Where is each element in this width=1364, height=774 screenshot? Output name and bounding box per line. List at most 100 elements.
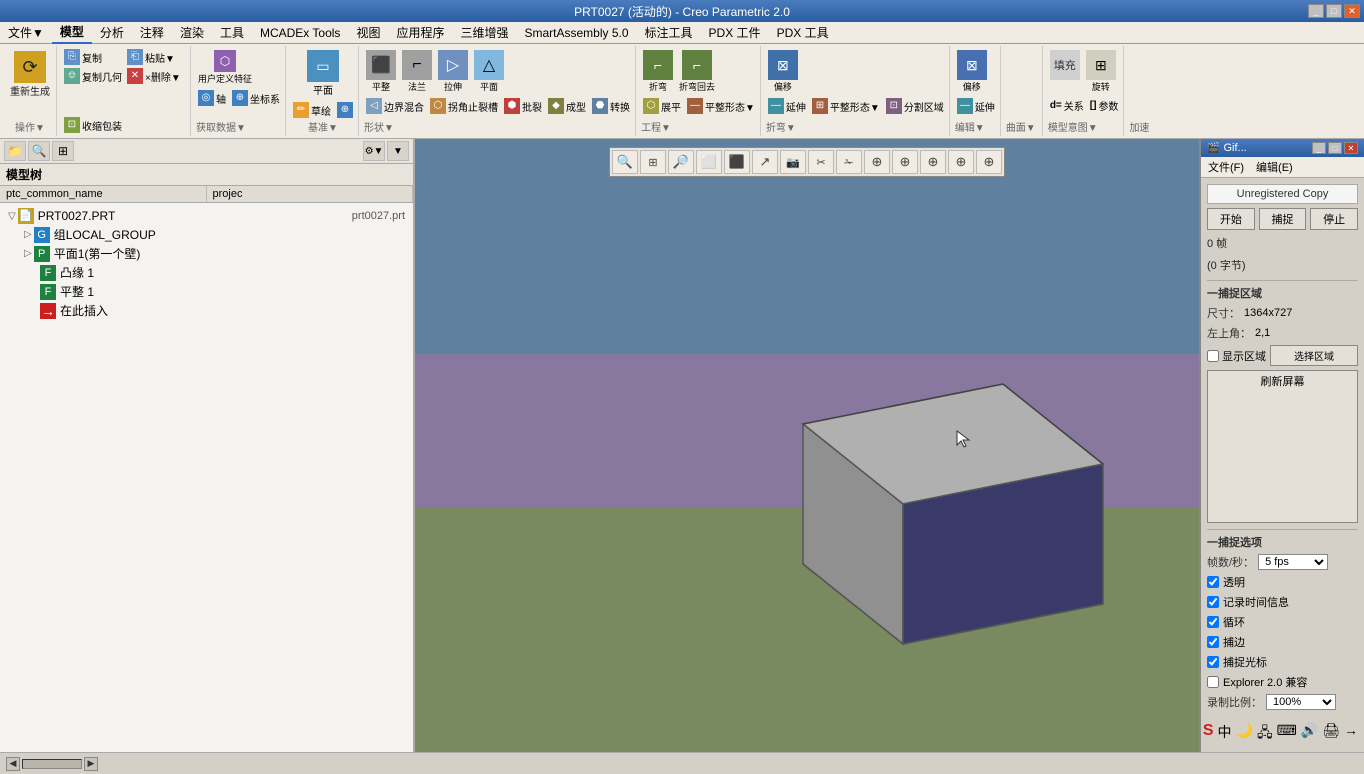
gif-capture-btn[interactable]: 捕捉: [1259, 208, 1307, 230]
gif-refresh-btn[interactable]: 刷新屏幕: [1207, 370, 1358, 523]
gif-display-region-checkbox[interactable]: [1207, 350, 1219, 362]
vp-btn-plus4[interactable]: ⊕: [948, 150, 974, 174]
gif-cursor-checkbox[interactable]: [1207, 656, 1219, 668]
menu-tools[interactable]: 工具: [212, 22, 252, 43]
menu-3d-enhance[interactable]: 三维增强: [452, 22, 516, 43]
vp-btn-orient[interactable]: ↗: [752, 150, 778, 174]
tree-icon-search[interactable]: 🔍: [28, 141, 50, 161]
gif-minimize-btn[interactable]: _: [1312, 142, 1326, 154]
btn-offset2[interactable]: ⊠ 偏移: [955, 48, 989, 95]
gif-loop-checkbox[interactable]: [1207, 616, 1219, 628]
vp-btn-plus3[interactable]: ⊕: [920, 150, 946, 174]
tree-item-feature1[interactable]: F 凸缘 1: [4, 263, 409, 282]
btn-corner-notch[interactable]: ⬡拐角止裂槽: [428, 97, 500, 115]
gif-close-btn[interactable]: ✕: [1344, 142, 1358, 154]
btn-convert[interactable]: ⬣转换: [590, 97, 632, 115]
btn-plane[interactable]: ▭ 平面: [305, 48, 341, 99]
btn-form[interactable]: ◆成型: [546, 97, 588, 115]
tree-item-feature2[interactable]: F 平整 1: [4, 282, 409, 301]
scroll-track[interactable]: [22, 759, 82, 769]
vp-btn-frame1[interactable]: ⬜: [696, 150, 722, 174]
gif-maximize-btn[interactable]: □: [1328, 142, 1342, 154]
btn-split-region[interactable]: ⊡分割区域: [884, 97, 946, 115]
gif-menu-edit[interactable]: 编辑(E): [1250, 158, 1299, 176]
btn-crack[interactable]: ⬢批裂: [502, 97, 544, 115]
btn-user-feature[interactable]: ⬡ 用户定义特征: [196, 48, 254, 87]
btn-extend[interactable]: —延伸: [766, 97, 808, 115]
btn-bend[interactable]: ⌐ 折弯: [641, 48, 675, 95]
vp-btn-zoom-fit[interactable]: ⊞: [640, 150, 666, 174]
vp-btn-plus1[interactable]: ⊕: [864, 150, 890, 174]
scroll-left-btn[interactable]: ◀: [6, 757, 20, 771]
btn-copy-geom[interactable]: ⎊复制几何: [62, 67, 124, 85]
gif-recordtime-checkbox[interactable]: [1207, 596, 1219, 608]
menu-annotation-tools[interactable]: 标注工具: [637, 22, 701, 43]
vp-btn-zoom-out[interactable]: 🔎: [668, 150, 694, 174]
gif-display-region-check[interactable]: 显示区域: [1207, 348, 1266, 364]
tree-item-insert[interactable]: → 在此插入: [4, 301, 409, 320]
gif-border-checkbox[interactable]: [1207, 636, 1219, 648]
gif-scale-select[interactable]: 100% 75% 50% 25%: [1266, 694, 1336, 710]
gif-select-region-btn[interactable]: 选择区域: [1270, 345, 1358, 366]
menu-view[interactable]: 视图: [348, 22, 388, 43]
menu-file[interactable]: 文件▼: [0, 22, 52, 43]
tree-icon-filter[interactable]: ⊞: [52, 141, 74, 161]
gif-menu-file[interactable]: 文件(F): [1202, 158, 1250, 176]
btn-delete[interactable]: ✕×删除▼: [125, 67, 187, 85]
btn-surface[interactable]: △ 平面: [472, 48, 506, 95]
menu-analysis[interactable]: 分析: [92, 22, 132, 43]
vp-btn-frame2[interactable]: ⬛: [724, 150, 750, 174]
menu-smartassembly[interactable]: SmartAssembly 5.0: [516, 24, 636, 42]
vp-btn-cut2[interactable]: ✁: [836, 150, 862, 174]
menu-pdx-part[interactable]: PDX 工件: [701, 22, 769, 43]
btn-flat-state2[interactable]: ⊞平整形态▼: [810, 97, 882, 115]
vp-btn-zoom-in[interactable]: 🔍: [612, 150, 638, 174]
tree-item-plane[interactable]: ▷ P 平面1(第一个壁): [4, 244, 409, 263]
maximize-button[interactable]: □: [1326, 4, 1342, 18]
tree-filter-btn[interactable]: ▼: [387, 141, 409, 161]
scroll-right-btn[interactable]: ▶: [84, 757, 98, 771]
menu-pdx-tools[interactable]: PDX 工具: [769, 22, 837, 43]
tree-settings-btn[interactable]: ⚙▼: [363, 141, 385, 161]
btn-regenerate[interactable]: ⟳ 重新生成: [7, 48, 53, 101]
menu-render[interactable]: 渲染: [172, 22, 212, 43]
gif-stop-btn[interactable]: 停止: [1310, 208, 1358, 230]
close-button[interactable]: ✕: [1344, 4, 1360, 18]
gif-transparent-checkbox[interactable]: [1207, 576, 1219, 588]
btn-relation[interactable]: d=关系: [1048, 97, 1086, 114]
vp-btn-plus2[interactable]: ⊕: [892, 150, 918, 174]
menu-mcadex[interactable]: MCADEx Tools: [252, 24, 348, 42]
menu-model[interactable]: 模型: [52, 21, 92, 44]
gif-fps-select[interactable]: 5 fps 10 fps 15 fps 20 fps 30 fps: [1258, 554, 1328, 570]
btn-table[interactable]: ⊞ 旋转: [1084, 48, 1118, 95]
gif-explorer-checkbox[interactable]: [1207, 676, 1219, 688]
btn-copy[interactable]: ⎘复制: [62, 48, 124, 66]
btn-unbend[interactable]: ⌐ 折弯回去: [677, 48, 717, 95]
menu-annotation[interactable]: 注释: [132, 22, 172, 43]
minimize-button[interactable]: _: [1308, 4, 1324, 18]
btn-coord2[interactable]: ⊕: [335, 101, 355, 119]
vp-btn-camera[interactable]: 📷: [780, 150, 806, 174]
btn-extrude[interactable]: ▷ 拉伸: [436, 48, 470, 95]
gif-start-btn[interactable]: 开始: [1207, 208, 1255, 230]
menu-apps[interactable]: 应用程序: [388, 22, 452, 43]
vp-btn-cut1[interactable]: ✂: [808, 150, 834, 174]
btn-offset[interactable]: ⊠ 偏移: [766, 48, 800, 95]
btn-blend[interactable]: ◁边界混合: [364, 97, 426, 115]
btn-param[interactable]: []参数: [1088, 97, 1121, 114]
btn-flatten[interactable]: ⬛ 平整: [364, 48, 398, 95]
btn-flat-state[interactable]: —平整形态▼: [685, 97, 757, 115]
vp-btn-plus5[interactable]: ⊕: [976, 150, 1002, 174]
btn-fill[interactable]: 填充: [1048, 48, 1082, 95]
tree-item-root[interactable]: ▽ 📄 PRT0027.PRT prt0027.prt: [4, 207, 409, 225]
btn-shrinkwrap[interactable]: ⊡收缩包装: [62, 116, 187, 134]
tree-icon-folder[interactable]: 📁: [4, 141, 26, 161]
btn-paste[interactable]: ⎗粘贴▼: [125, 48, 187, 66]
btn-sketch[interactable]: ✏草绘: [291, 101, 333, 119]
btn-flange[interactable]: ⌐ 法兰: [400, 48, 434, 95]
btn-unfold[interactable]: ⬡展平: [641, 97, 683, 115]
btn-extend2[interactable]: —延伸: [955, 97, 997, 115]
btn-coord[interactable]: ⊕坐标系: [230, 89, 282, 107]
tree-item-group[interactable]: ▷ G 组LOCAL_GROUP: [4, 225, 409, 244]
btn-axis[interactable]: ◎轴: [196, 89, 228, 107]
